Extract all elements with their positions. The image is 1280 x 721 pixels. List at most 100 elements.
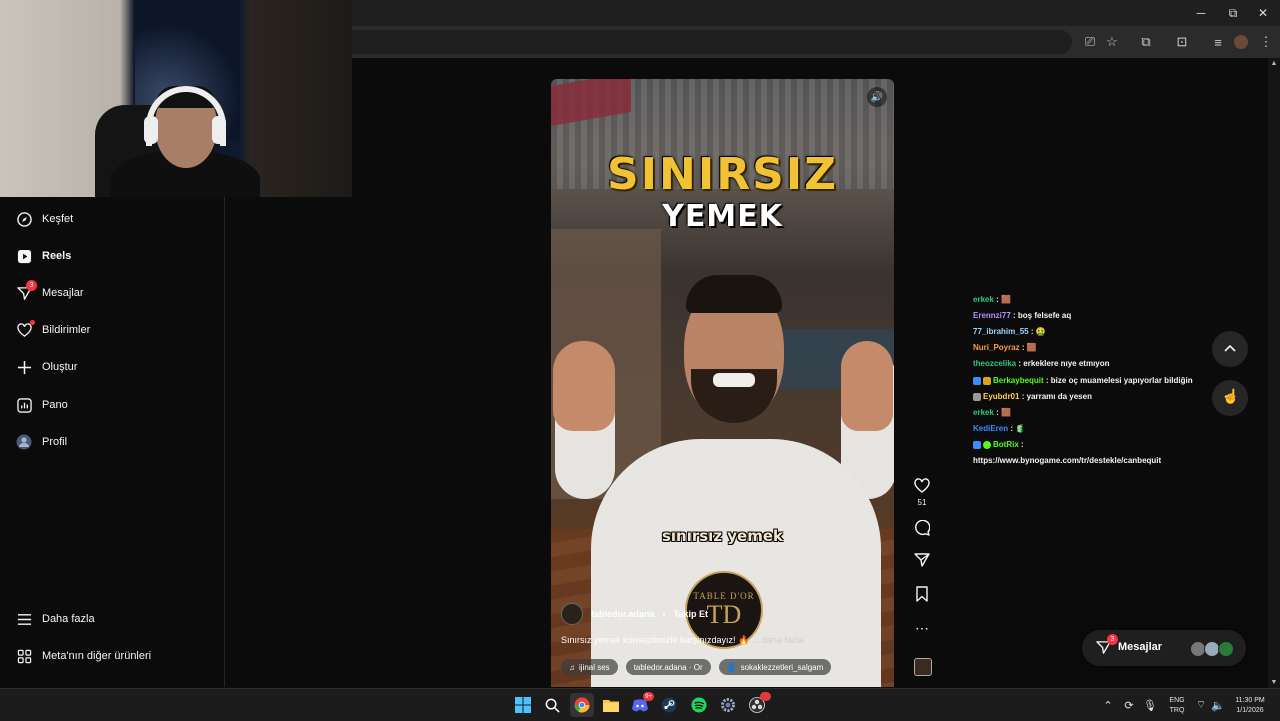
comment-icon[interactable] xyxy=(910,519,934,539)
compass-icon xyxy=(16,211,32,227)
audio-chip[interactable]: ♫ ijinal ses xyxy=(561,659,618,675)
playlist-icon[interactable]: ≡ xyxy=(1208,32,1228,52)
chat-text: yarramı da yesen xyxy=(1026,392,1092,401)
chat-text: boş felsefe aq xyxy=(1017,311,1072,320)
like-icon[interactable] xyxy=(910,478,934,497)
person-hair xyxy=(686,275,782,313)
chat-text: 🟫 xyxy=(1026,343,1037,352)
settings-icon[interactable] xyxy=(716,693,740,717)
tray-overflow-chevron-icon[interactable]: ⌃ xyxy=(1100,697,1116,713)
language-indicator[interactable]: ENG TRQ xyxy=(1164,696,1190,716)
badge-icon xyxy=(973,392,981,401)
messages-pill-label: Mesajlar xyxy=(1118,641,1163,653)
spotify-icon[interactable] xyxy=(687,693,711,717)
location-chip[interactable]: tabledor.adana · Or xyxy=(625,659,711,675)
sidebar-item-bildirimler[interactable]: Bildirimler xyxy=(16,318,90,342)
scroll-down-arrow-icon[interactable]: ▼ xyxy=(1268,679,1280,686)
extensions-icon[interactable]: ⧉ xyxy=(1136,32,1156,52)
clock-time: 11:30 PM xyxy=(1235,697,1265,704)
sidebar-item-mesajlar[interactable]: 3 Mesajlar xyxy=(16,280,84,305)
chat-user: KediEren xyxy=(973,424,1009,433)
dashboard-icon xyxy=(16,397,32,413)
chat-user: Nuri_Poyraz xyxy=(973,343,1020,352)
clock[interactable]: 11:30 PM 1/1/2026 xyxy=(1228,696,1272,716)
sidebar-item-meta-products[interactable]: Meta'nın diğer ürünleri xyxy=(16,644,151,668)
plus-icon xyxy=(16,359,32,375)
chat-user: erkek xyxy=(973,408,994,417)
chat-user: theozcelika xyxy=(973,359,1017,368)
volume-icon[interactable]: 🔈 xyxy=(1210,697,1226,713)
page-scrollbar[interactable]: ▲ ▼ xyxy=(1268,58,1280,688)
tagged-user-label: sokaklezzetleri_salgam xyxy=(740,662,824,672)
bot-badge-icon xyxy=(973,440,981,449)
clock-date: 1/1/2026 xyxy=(1236,707,1264,714)
chat-text: 🧃 xyxy=(1015,424,1026,433)
search-tabs-icon[interactable]: ⊡ xyxy=(1172,32,1192,52)
caption-text: Sınırsız yemek konseptimizle karşınızday… xyxy=(561,635,750,645)
sidebar-item-label: Meta'nın diğer ürünleri xyxy=(42,650,152,662)
sidebar-item-profil[interactable]: Profil xyxy=(16,430,67,454)
chat-text: erkeklere nıye etmıyon xyxy=(1023,359,1110,368)
chrome-icon[interactable] xyxy=(570,693,594,717)
sidebar-item-pano[interactable]: Pano xyxy=(16,393,68,417)
person-teeth xyxy=(713,373,755,387)
sync-icon[interactable]: ⟳ xyxy=(1121,697,1137,713)
instagram-sidebar: Keşfet Reels 3 Mesajlar Bildirimler Oluş… xyxy=(0,197,225,687)
tagged-user-chip[interactable]: 👤 sokaklezzetleri_salgam xyxy=(718,659,832,675)
sidebar-item-label: Pano xyxy=(42,399,68,411)
obs-icon[interactable] xyxy=(745,692,771,717)
more-options-icon[interactable]: ⋯ xyxy=(910,620,934,637)
restore-button[interactable]: ⧉ xyxy=(1216,0,1250,26)
author-avatar[interactable] xyxy=(561,603,583,625)
caption-more-link[interactable]: ... daha fazla xyxy=(752,635,804,645)
headphone-cup-right xyxy=(212,116,226,144)
hand-cursor-icon: ☝ xyxy=(1222,388,1240,404)
kebab-menu-icon[interactable]: ⋮ xyxy=(1256,32,1276,52)
language-secondary: TRQ xyxy=(1169,707,1185,714)
close-button[interactable]: ✕ xyxy=(1246,0,1280,26)
file-explorer-icon[interactable] xyxy=(599,693,623,717)
discord-badge: 9+ xyxy=(643,692,654,701)
video-caption-subtitle: sınırsız yemek xyxy=(661,527,784,545)
notification-dot xyxy=(30,320,35,325)
sidebar-item-label: Bildirimler xyxy=(42,324,91,336)
star-icon[interactable]: ☆ xyxy=(1102,32,1122,52)
speaker-icon[interactable]: 🔊 xyxy=(867,87,887,107)
author-name[interactable]: tabledor.adana xyxy=(591,609,655,619)
bookmark-icon[interactable] xyxy=(910,586,934,605)
reel-video[interactable]: SINIRSIZ YEMEK sınırsız yemek 🔊 TABLE D'… xyxy=(551,79,894,687)
minimize-button[interactable]: ─ xyxy=(1184,0,1218,26)
subscriber-badge-icon xyxy=(973,376,981,385)
menu-icon xyxy=(16,611,32,627)
profile-avatar[interactable] xyxy=(1234,35,1248,49)
browser-titlebar: ─ ⧉ ✕ xyxy=(352,0,1280,26)
cast-icon[interactable]: ⎚ xyxy=(1080,32,1100,52)
steam-icon[interactable] xyxy=(657,693,681,717)
windows-start-icon[interactable] xyxy=(511,693,535,717)
follow-button[interactable]: Takip Et xyxy=(674,609,708,619)
wifi-icon[interactable]: ⌔ xyxy=(1193,697,1209,713)
share-icon[interactable] xyxy=(910,552,934,571)
sidebar-item-kesfet[interactable]: Keşfet xyxy=(16,207,73,231)
messages-pill[interactable]: 3 Mesajlar xyxy=(1082,630,1246,666)
sidebar-item-daha-fazla[interactable]: Daha fazla xyxy=(16,607,95,631)
like-count: 51 xyxy=(917,498,927,507)
sidebar-item-olustur[interactable]: Oluştur xyxy=(16,355,77,379)
audio-thumbnail[interactable] xyxy=(914,658,932,676)
contact-avatar xyxy=(1218,641,1234,657)
microphone-icon[interactable]: 🎙 xyxy=(1142,697,1158,713)
chat-user: Berkaybequit xyxy=(993,376,1044,385)
sidebar-item-reels[interactable]: Reels xyxy=(16,244,71,268)
messenger-icon: 3 xyxy=(16,280,37,301)
audio-label: ijinal ses xyxy=(579,662,610,672)
previous-reel-button[interactable] xyxy=(1212,331,1248,367)
discord-icon[interactable]: 9+ xyxy=(628,692,654,717)
person-hand-right xyxy=(841,341,893,431)
chat-text: 🤮 xyxy=(1035,327,1046,336)
language-primary: ENG xyxy=(1169,697,1185,704)
address-bar[interactable] xyxy=(352,30,1072,54)
scroll-up-arrow-icon[interactable]: ▲ xyxy=(1268,60,1280,67)
notification-badge: 3 xyxy=(26,280,37,291)
search-icon[interactable] xyxy=(540,693,564,717)
location-label: tabledor.adana · Or xyxy=(633,662,703,672)
